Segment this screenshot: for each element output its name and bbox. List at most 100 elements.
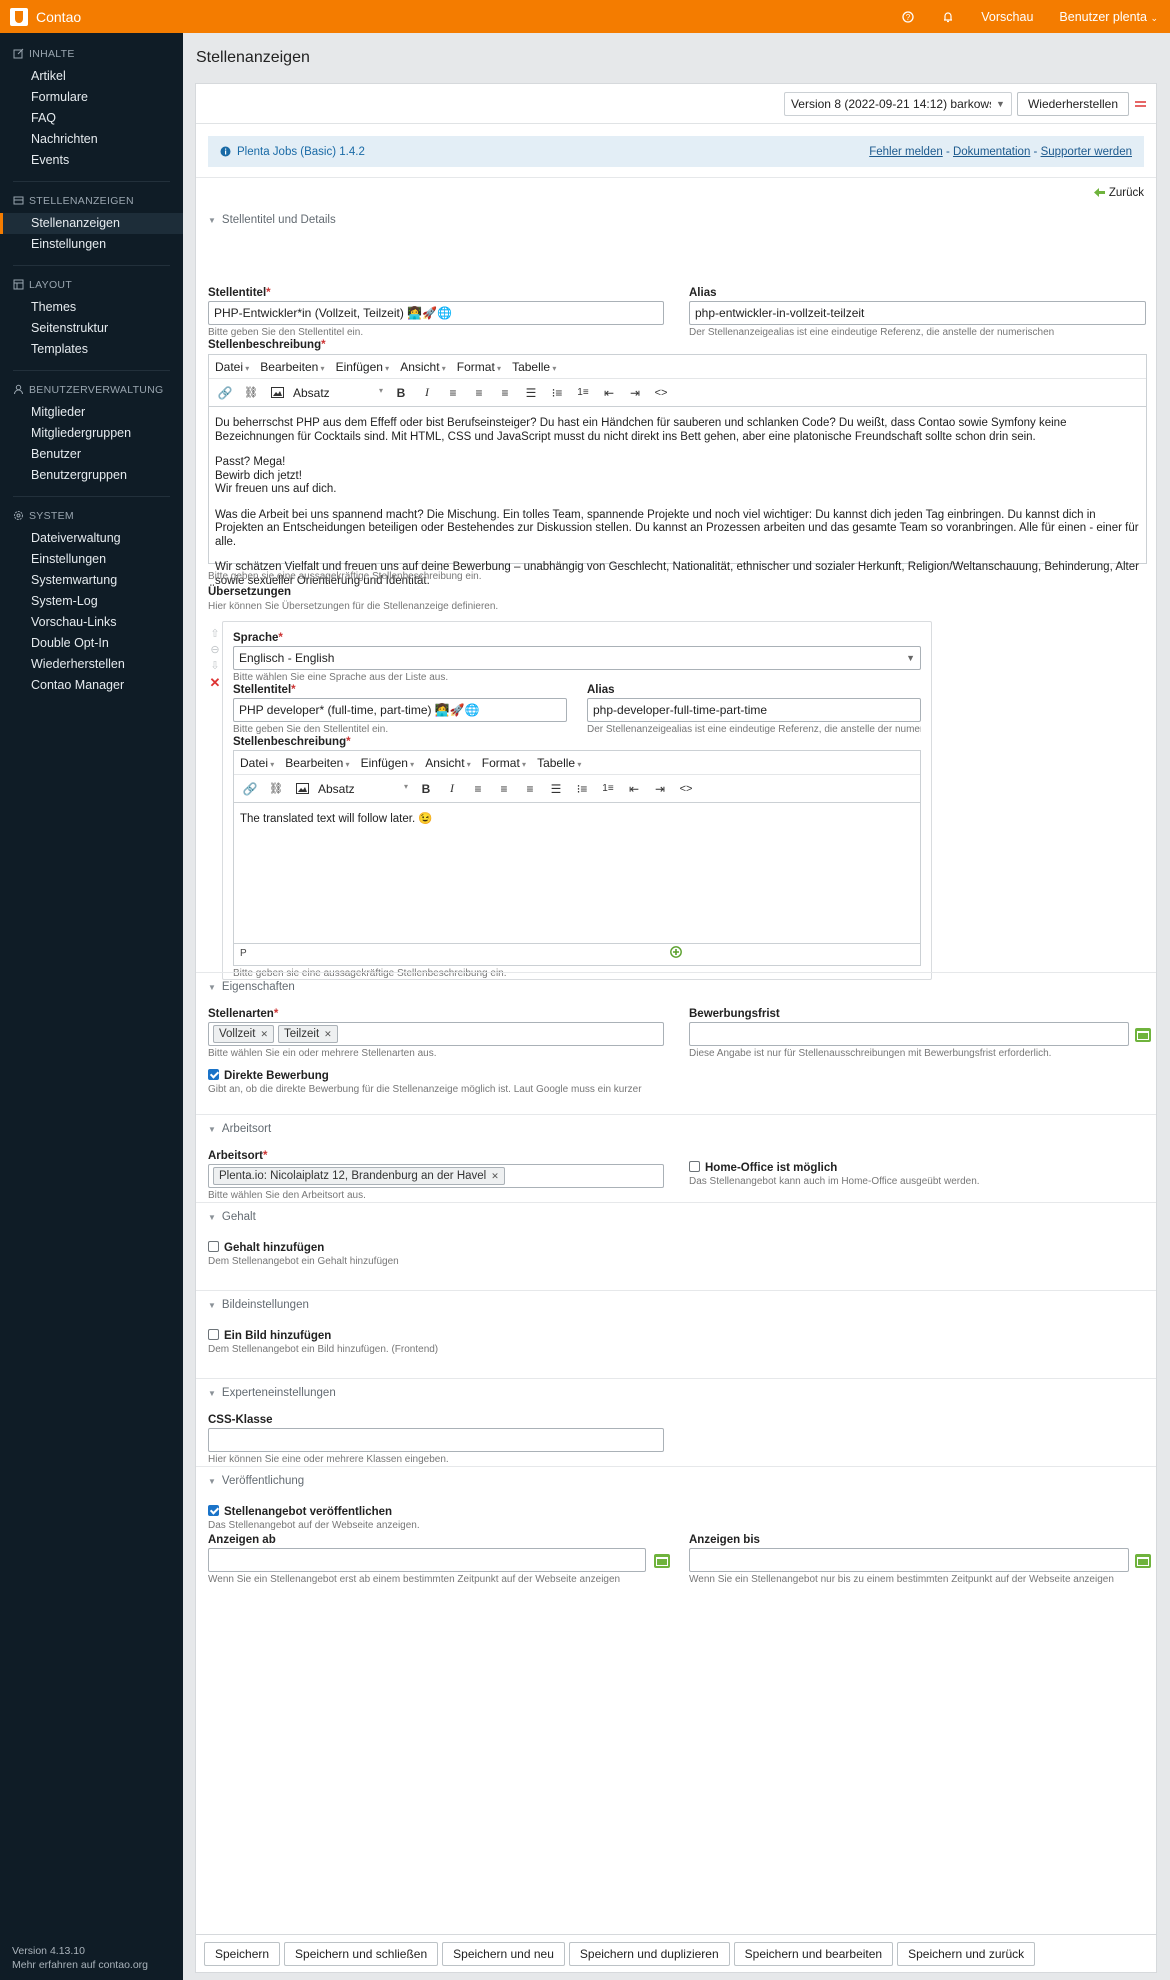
indent-icon[interactable]: ⇥	[650, 779, 670, 799]
numbered-list-icon[interactable]: 1≡	[573, 383, 593, 403]
outdent-icon[interactable]: ⇤	[599, 383, 619, 403]
align-right-icon[interactable]: ≡	[520, 779, 540, 799]
translation-alias-input[interactable]: php-developer-full-time-part-time	[587, 698, 921, 722]
diff-icon[interactable]	[1134, 99, 1148, 109]
sidebar-item-double-opt-in[interactable]: Double Opt-In	[0, 633, 183, 654]
align-center-icon[interactable]: ≡	[494, 779, 514, 799]
minus-icon[interactable]: ⊖	[210, 643, 219, 656]
sidebar-item-wiederherstellen[interactable]: Wiederherstellen	[0, 654, 183, 675]
menu-tabelle[interactable]: Tabelle	[537, 756, 581, 770]
align-justify-icon[interactable]: ☰	[521, 383, 541, 403]
sidebar-item-dateiverwaltung[interactable]: Dateiverwaltung	[0, 528, 183, 549]
menu-ansicht[interactable]: Ansicht	[425, 756, 471, 770]
save-and-edit-button[interactable]: Speichern und bearbeiten	[733, 1941, 894, 1966]
location-tag[interactable]: Plenta.io: Nicolaiplatz 12, Brandenburg …	[213, 1167, 505, 1185]
documentation-link[interactable]: Dokumentation	[953, 146, 1030, 158]
sidebar-item-templates[interactable]: Templates	[0, 339, 183, 360]
sidebar-item-systemwartung[interactable]: Systemwartung	[0, 570, 183, 591]
salary-checkbox[interactable]	[208, 1241, 219, 1252]
section-toggle-image[interactable]: ▼ Bildeinstellungen	[196, 1292, 309, 1318]
align-center-icon[interactable]: ≡	[469, 383, 489, 403]
nav-group-title[interactable]: STELLENANZEIGEN	[29, 195, 134, 207]
nav-group-title[interactable]: SYSTEM	[29, 510, 74, 522]
sidebar-item-events[interactable]: Events	[0, 150, 183, 171]
align-justify-icon[interactable]: ☰	[546, 779, 566, 799]
menu-ansicht[interactable]: Ansicht	[400, 360, 446, 374]
translation-title-input[interactable]: PHP developer* (full-time, part-time) 👩‍…	[233, 698, 567, 722]
bell-icon[interactable]	[941, 10, 955, 24]
remove-tag-icon[interactable]: ✕	[324, 1029, 332, 1040]
link-icon[interactable]: 🔗	[215, 383, 235, 403]
job-title-input[interactable]: PHP-Entwickler*in (Vollzeit, Teilzeit) 👩…	[208, 301, 664, 325]
source-code-icon[interactable]: <>	[676, 779, 696, 799]
sidebar-item-benutzergruppen[interactable]: Benutzergruppen	[0, 465, 183, 486]
link-icon[interactable]: 🔗	[240, 779, 260, 799]
sidebar-item-seitenstruktur[interactable]: Seitenstruktur	[0, 318, 183, 339]
job-types-input[interactable]: Vollzeit ✕ Teilzeit ✕	[208, 1022, 664, 1046]
report-bug-link[interactable]: Fehler melden	[869, 146, 943, 158]
direct-apply-checkbox[interactable]	[208, 1069, 219, 1080]
restore-button[interactable]: Wiederherstellen	[1016, 91, 1129, 116]
location-input[interactable]: Plenta.io: Nicolaiplatz 12, Brandenburg …	[208, 1164, 664, 1188]
language-select[interactable]: Englisch - English ▼	[233, 646, 921, 670]
block-format-select[interactable]: Absatz ▾	[293, 386, 383, 400]
numbered-list-icon[interactable]: 1≡	[598, 779, 618, 799]
image-icon[interactable]	[267, 383, 287, 403]
add-translation-button[interactable]	[670, 946, 682, 961]
nav-group-title[interactable]: BENUTZERVERWALTUNG	[29, 384, 164, 396]
sidebar-item-stellenanzeigen[interactable]: Stellenanzeigen	[0, 213, 183, 234]
indent-icon[interactable]: ⇥	[625, 383, 645, 403]
block-format-select[interactable]: Absatz ▾	[318, 782, 408, 796]
outdent-icon[interactable]: ⇤	[624, 779, 644, 799]
translation-description-editor[interactable]: Datei Bearbeiten Einfügen Ansicht Format…	[233, 750, 921, 966]
contao-org-link[interactable]: Mehr erfahren auf contao.org	[12, 1958, 148, 1972]
version-select[interactable]: Version 8 (2022-09-21 14:12) barkowski ▼	[783, 91, 1012, 116]
section-toggle-details[interactable]: ▼ Stellentitel und Details	[196, 207, 1156, 233]
nav-group-title[interactable]: LAYOUT	[29, 279, 72, 291]
bold-icon[interactable]: B	[391, 383, 411, 403]
align-left-icon[interactable]: ≡	[468, 779, 488, 799]
preview-link[interactable]: Vorschau	[981, 10, 1033, 24]
unlink-icon[interactable]: ⛓	[266, 779, 286, 799]
description-editor[interactable]: Datei Bearbeiten Einfügen Ansicht Format…	[208, 354, 1147, 587]
section-toggle-location[interactable]: ▼ Arbeitsort	[196, 1116, 271, 1142]
remove-tag-icon[interactable]: ✕	[260, 1029, 268, 1040]
back-link[interactable]: Zurück	[1093, 187, 1144, 199]
save-and-duplicate-button[interactable]: Speichern und duplizieren	[568, 1941, 730, 1966]
move-down-icon[interactable]: ⇩	[210, 659, 219, 672]
nav-group-title[interactable]: INHALTE	[29, 48, 75, 60]
source-code-icon[interactable]: <>	[651, 383, 671, 403]
align-left-icon[interactable]: ≡	[443, 383, 463, 403]
remove-tag-icon[interactable]: ✕	[491, 1171, 499, 1182]
sidebar-item-contao-manager[interactable]: Contao Manager	[0, 675, 183, 696]
publish-checkbox[interactable]	[208, 1505, 219, 1516]
image-checkbox[interactable]	[208, 1329, 219, 1340]
italic-icon[interactable]: I	[442, 779, 462, 799]
alias-input[interactable]: php-entwickler-in-vollzeit-teilzeit	[689, 301, 1146, 325]
sidebar-item-artikel[interactable]: Artikel	[0, 66, 183, 87]
job-type-tag[interactable]: Teilzeit ✕	[277, 1025, 338, 1043]
calendar-icon[interactable]	[654, 1554, 670, 1568]
menu-tabelle[interactable]: Tabelle	[512, 360, 556, 374]
supporter-link[interactable]: Supporter werden	[1041, 146, 1132, 158]
job-type-tag[interactable]: Vollzeit ✕	[213, 1025, 274, 1043]
sidebar-item-themes[interactable]: Themes	[0, 297, 183, 318]
section-toggle-salary[interactable]: ▼ Gehalt	[196, 1204, 256, 1230]
menu-format[interactable]: Format	[482, 756, 526, 770]
bold-icon[interactable]: B	[416, 779, 436, 799]
editor-content[interactable]: The translated text will follow later. 😉	[234, 803, 920, 943]
sidebar-item-system-log[interactable]: System-Log	[0, 591, 183, 612]
sidebar-item-faq[interactable]: FAQ	[0, 108, 183, 129]
italic-icon[interactable]: I	[417, 383, 437, 403]
menu-datei[interactable]: Datei	[240, 756, 274, 770]
sidebar-item-benutzer[interactable]: Benutzer	[0, 444, 183, 465]
move-up-icon[interactable]: ⇧	[210, 627, 219, 640]
menu-bearbeiten[interactable]: Bearbeiten	[285, 756, 349, 770]
bullet-list-icon[interactable]: ⁝≡	[547, 383, 567, 403]
section-toggle-publish[interactable]: ▼ Veröffentlichung	[196, 1468, 304, 1494]
show-from-input[interactable]	[208, 1548, 646, 1572]
section-toggle-properties[interactable]: ▼ Eigenschaften	[196, 974, 295, 1000]
menu-datei[interactable]: Datei	[215, 360, 249, 374]
sidebar-item-vorschau-links[interactable]: Vorschau-Links	[0, 612, 183, 633]
menu-einfuegen[interactable]: Einfügen	[361, 756, 415, 770]
